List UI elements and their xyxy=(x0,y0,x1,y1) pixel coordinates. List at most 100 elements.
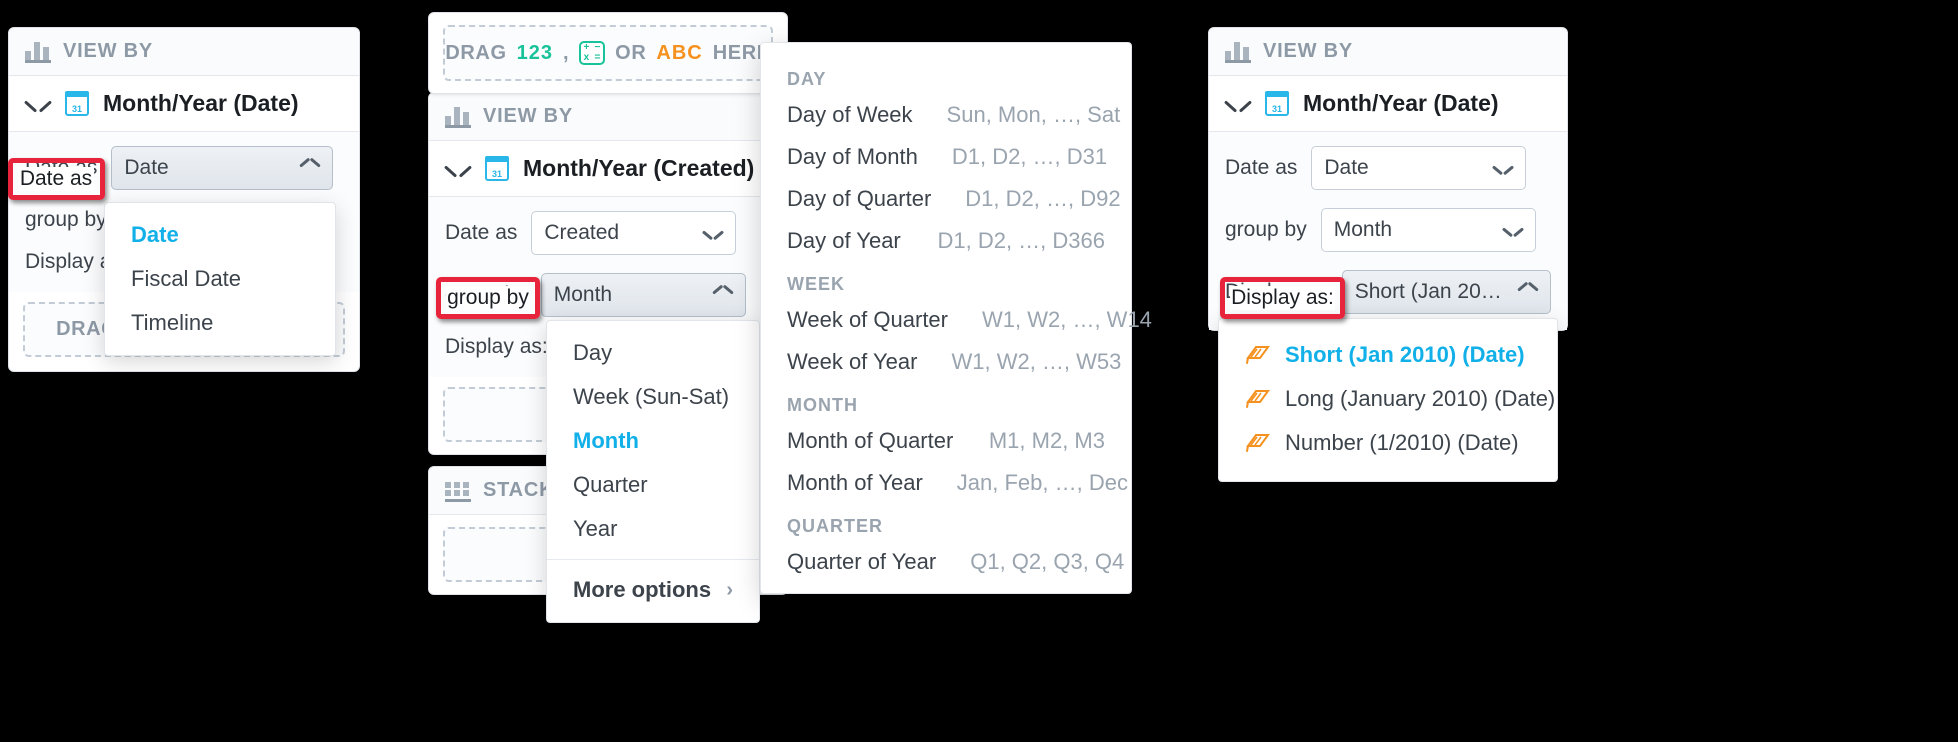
date-as-dropdown-menu[interactable]: Date Fiscal Date Timeline xyxy=(104,202,336,356)
field-title: Month/Year (Date) xyxy=(1303,90,1499,116)
dropzone-abc-text: ABC xyxy=(656,41,703,64)
menu-item-short[interactable]: Short (Jan 2010) (Date) xyxy=(1219,333,1557,377)
option-group-day: DAY Day of Week Sun, Mon, …, Sat Day of … xyxy=(761,57,1131,262)
top-dropzone-wrap: DRAG 123 , + − x = OR ABC HERE xyxy=(429,13,787,93)
more-options-submenu[interactable]: DAY Day of Week Sun, Mon, …, Sat Day of … xyxy=(760,42,1152,594)
date-as-row-2: Date as Created xyxy=(445,211,771,255)
field-row-month-year-date[interactable]: 31 Month/Year (Date) xyxy=(9,76,359,132)
option-label: Day of Year xyxy=(787,228,901,253)
calendar-icon: 31 xyxy=(1264,91,1290,116)
option-row-day-of-week[interactable]: Day of Week Sun, Mon, …, Sat xyxy=(761,94,1131,136)
section-header-view-by-3: VIEW BY xyxy=(1209,28,1567,76)
group-by-select[interactable]: Month xyxy=(1320,208,1536,252)
display-as-dropdown-menu[interactable]: Short (Jan 2010) (Date) Long (January 20… xyxy=(1218,318,1558,482)
panel-top-dropzone-card: DRAG 123 , + − x = OR ABC HERE xyxy=(428,12,788,94)
tag-icon xyxy=(1245,432,1271,454)
date-as-row-3: Date as Date xyxy=(1225,146,1551,190)
chevron-down-icon xyxy=(1493,162,1513,174)
option-row-week-of-quarter[interactable]: Week of Quarter W1, W2, …, W14 xyxy=(761,299,1152,341)
menu-item-long[interactable]: Long (January 2010) (Date) xyxy=(1219,377,1557,421)
formula-icon: + − x = xyxy=(579,41,606,65)
chevron-up-icon xyxy=(1518,286,1538,298)
menu-item-day[interactable]: Day xyxy=(547,331,759,375)
menu-item-label: Number (1/2010) (Date) xyxy=(1285,430,1519,455)
menu-item-label: Date xyxy=(131,222,179,247)
menu-item-label: Quarter xyxy=(573,472,648,497)
calendar-icon: 31 xyxy=(64,91,90,116)
option-group-title: QUARTER xyxy=(787,516,883,536)
option-group-title: MONTH xyxy=(787,395,858,415)
menu-item-more-options[interactable]: More options › xyxy=(547,568,759,612)
group-by-label: group by xyxy=(25,208,107,231)
date-as-value: Created xyxy=(544,221,620,244)
menu-item-label: Year xyxy=(573,516,618,541)
option-example: M1, M2, M3 xyxy=(988,428,1105,453)
chevron-down-icon[interactable] xyxy=(25,96,51,112)
option-row-day-of-year[interactable]: Day of Year D1, D2, …, D366 xyxy=(761,220,1131,262)
date-as-label: Date as xyxy=(445,221,518,244)
option-label: Month of Quarter xyxy=(787,428,954,453)
menu-item-quarter[interactable]: Quarter xyxy=(547,463,759,507)
option-label: Week of Quarter xyxy=(787,307,948,332)
display-as-select[interactable]: Short (Jan 2010) (… xyxy=(1341,270,1551,314)
tag-icon xyxy=(1245,344,1271,366)
option-label: Quarter of Year xyxy=(787,549,937,574)
date-as-select[interactable]: Date xyxy=(1311,146,1527,190)
chevron-down-icon xyxy=(703,227,723,239)
date-as-select[interactable]: Created xyxy=(531,211,737,255)
field-row-month-year-created[interactable]: 31 Month/Year (Created) xyxy=(429,141,787,197)
option-row-week-of-year[interactable]: Week of Year W1, W2, …, W53 xyxy=(761,341,1131,383)
menu-item-month[interactable]: Month xyxy=(547,419,759,463)
option-group-quarter: QUARTER Quarter of Year Q1, Q2, Q3, Q4 xyxy=(761,504,1131,583)
menu-item-fiscal-date[interactable]: Fiscal Date xyxy=(105,257,335,301)
option-row-day-of-quarter[interactable]: Day of Quarter D1, D2, …, D92 xyxy=(761,178,1131,220)
option-row-quarter-of-year[interactable]: Quarter of Year Q1, Q2, Q3, Q4 xyxy=(761,541,1131,583)
group-by-select[interactable]: Month xyxy=(540,273,746,317)
section-header-view-by-2: VIEW BY xyxy=(429,93,787,141)
menu-item-label: More options xyxy=(573,577,712,602)
date-as-value: Date xyxy=(1324,156,1369,179)
dropzone-drag-text: DRAG xyxy=(445,41,507,64)
menu-item-label: Week (Sun-Sat) xyxy=(573,384,730,409)
option-group-title: DAY xyxy=(787,69,827,89)
menu-item-number[interactable]: Number (1/2010) (Date) xyxy=(1219,421,1557,465)
view-by-label: VIEW BY xyxy=(1263,40,1354,62)
menu-item-year[interactable]: Year xyxy=(547,507,759,551)
option-row-month-of-year[interactable]: Month of Year Jan, Feb, …, Dec xyxy=(761,462,1131,504)
field-row-month-year-date-3[interactable]: 31 Month/Year (Date) xyxy=(1209,76,1567,132)
option-example: Jan, Feb, …, Dec xyxy=(956,470,1128,495)
menu-divider xyxy=(547,559,759,560)
tag-icon xyxy=(1245,388,1271,410)
chevron-down-icon[interactable] xyxy=(445,161,471,177)
stack-icon xyxy=(445,480,471,502)
calendar-icon: 31 xyxy=(484,156,510,181)
bar-chart-icon xyxy=(25,41,51,63)
option-label: Day of Week xyxy=(787,102,913,127)
screenshot-stage: VIEW BY 31 Month/Year (Date) Date as Dat… xyxy=(0,0,1958,742)
menu-item-week[interactable]: Week (Sun-Sat) xyxy=(547,375,759,419)
menu-item-label: Timeline xyxy=(131,310,214,335)
bar-chart-icon xyxy=(1225,41,1251,63)
menu-item-label: Day xyxy=(573,340,613,365)
dropzone-123-text: 123 xyxy=(516,41,553,64)
option-example: Sun, Mon, …, Sat xyxy=(946,102,1121,127)
group-by-dropdown-menu[interactable]: Day Week (Sun-Sat) Month Quarter Year Mo… xyxy=(546,320,760,623)
chevron-down-icon[interactable] xyxy=(1225,96,1251,112)
option-example: Q1, Q2, Q3, Q4 xyxy=(970,549,1125,574)
display-as-label: Display as: xyxy=(445,335,548,358)
dropzone-or-text: OR xyxy=(615,41,647,64)
group-by-row-3: group by Month xyxy=(1225,208,1551,252)
date-as-select[interactable]: Date xyxy=(111,146,334,190)
option-group-week: WEEK Week of Quarter W1, W2, …, W14 Week… xyxy=(761,262,1152,383)
option-row-day-of-month[interactable]: Day of Month D1, D2, …, D31 xyxy=(761,136,1131,178)
option-group-title: WEEK xyxy=(787,274,845,294)
option-row-month-of-quarter[interactable]: Month of Quarter M1, M2, M3 xyxy=(761,420,1131,462)
menu-item-timeline[interactable]: Timeline xyxy=(105,301,335,345)
menu-item-label: Short (Jan 2010) (Date) xyxy=(1285,342,1525,367)
display-as-highlight-label: Display as: xyxy=(1230,286,1335,310)
field-title: Month/Year (Created) xyxy=(523,155,755,181)
menu-item-date[interactable]: Date xyxy=(105,213,335,257)
option-example: D1, D2, …, D31 xyxy=(951,144,1108,169)
group-by-highlight-label: group by xyxy=(446,286,530,310)
dropzone-numbers-formula-abc[interactable]: DRAG 123 , + − x = OR ABC HERE xyxy=(443,25,773,81)
